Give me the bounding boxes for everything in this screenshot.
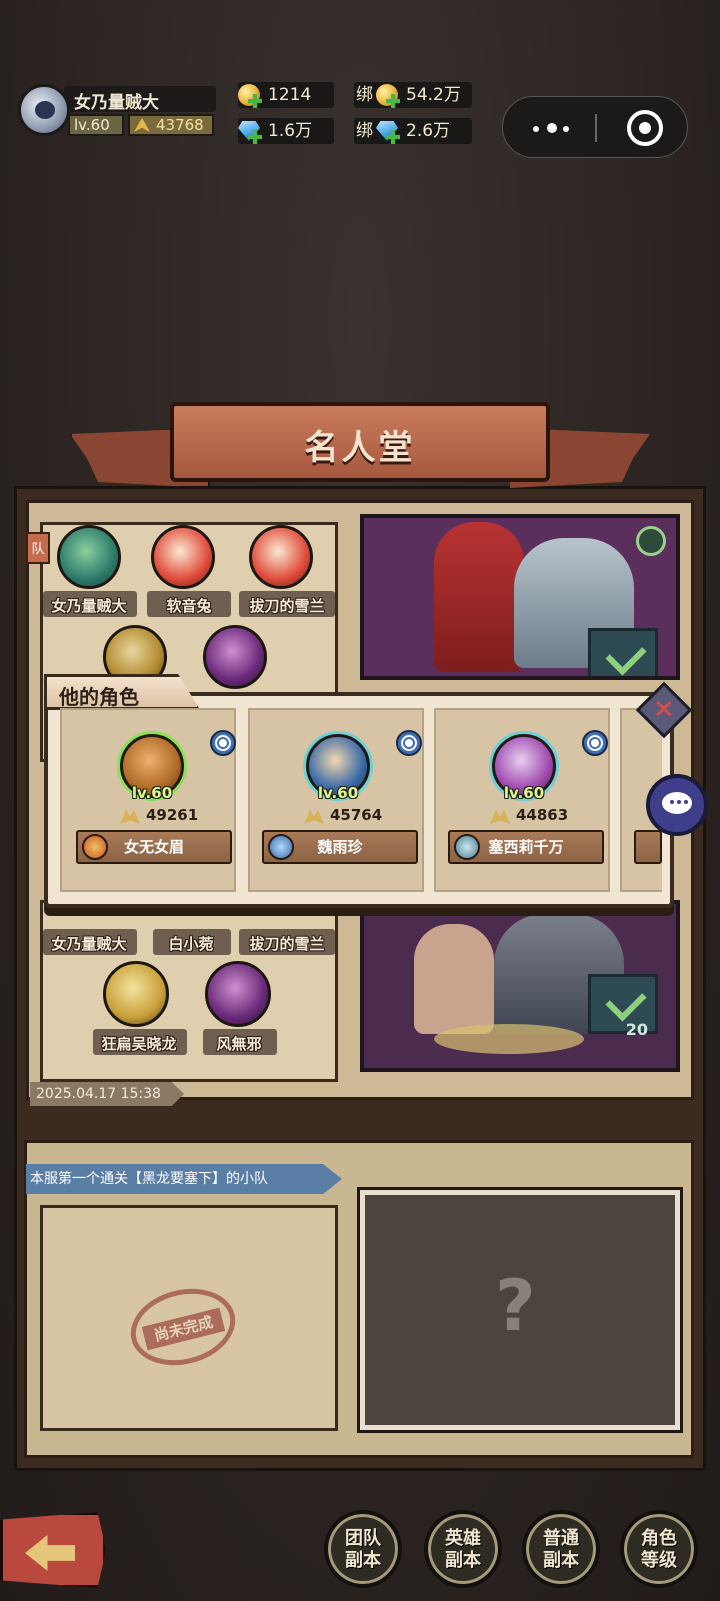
hero-name: 白小菀 <box>168 935 214 953</box>
view-eye-icon[interactable] <box>210 730 236 756</box>
player-power-value: 43768 <box>156 116 204 134</box>
character-level: lv.60 <box>131 784 173 802</box>
hero-name: 女乃量贼大 <box>51 935 127 953</box>
nav-label: 团队副本 <box>345 1528 381 1571</box>
swap-icon[interactable] <box>636 526 666 556</box>
team-card: 女乃量贼大 白小菀 拔刀的雪兰 狂扁吴晓龙 风無邪 <box>40 900 338 1082</box>
player-level: lv.60 <box>68 114 124 136</box>
statue-pedestal <box>434 1024 584 1054</box>
clear-date: 2025.04.17 15:38 <box>30 1082 184 1106</box>
nav-label: 角色等级 <box>641 1528 677 1571</box>
capsule-divider <box>595 114 597 142</box>
popup-title-tab: 他的角色 <box>44 674 200 710</box>
bound-gem-counter[interactable]: 绑 2.6万 <box>354 118 472 144</box>
hero-portrait[interactable] <box>203 625 267 689</box>
back-arrow-icon <box>25 1535 75 1571</box>
gold-counter[interactable]: 1214 <box>238 82 334 108</box>
back-button[interactable] <box>0 1512 106 1588</box>
view-eye-icon[interactable] <box>582 730 608 756</box>
hero-name: 狂扁吴晓龙 <box>101 1035 177 1053</box>
hero-portrait[interactable] <box>205 961 271 1027</box>
nav-label: 英雄副本 <box>445 1528 481 1571</box>
more-icon[interactable] <box>533 122 573 134</box>
character-power: 45764 <box>330 806 383 824</box>
gold-value: 1214 <box>268 85 312 105</box>
bound-label: 绑 <box>356 85 373 105</box>
hero-name: 风無邪 <box>216 1035 262 1053</box>
bound-label: 绑 <box>356 121 373 141</box>
nav-normal-dungeon[interactable]: 普通副本 <box>522 1510 600 1588</box>
badge-count: 20 <box>625 1020 648 1039</box>
nav-team-dungeon[interactable]: 团队副本 <box>324 1510 402 1588</box>
gem-counter[interactable]: 1.6万 <box>238 118 334 144</box>
hero-portrait[interactable] <box>249 525 313 589</box>
player-power: 43768 <box>128 114 214 136</box>
nav-character-level[interactable]: 角色等级 <box>620 1510 698 1588</box>
page-title: 名人堂 <box>304 428 416 468</box>
miniprogram-capsule <box>502 96 688 158</box>
team-statue-display[interactable]: 20 <box>360 900 680 1072</box>
team-tab[interactable]: 队 <box>26 532 50 564</box>
nav-hero-dungeon[interactable]: 英雄副本 <box>424 1510 502 1588</box>
statue-figure <box>414 924 494 1034</box>
hero-portrait[interactable] <box>57 525 121 589</box>
character-power: 44863 <box>516 806 569 824</box>
hero-portrait[interactable] <box>151 525 215 589</box>
bound-gold-counter[interactable]: 绑 54.2万 <box>354 82 472 108</box>
bound-gold-value: 54.2万 <box>406 85 461 105</box>
check-badge-icon <box>588 628 658 676</box>
team-statue-display[interactable] <box>360 514 680 680</box>
unknown-statue-slot: ? <box>357 1187 683 1433</box>
character-namebar-partial <box>634 830 662 864</box>
character-name: 塞西莉千万 <box>488 838 564 856</box>
view-eye-icon[interactable] <box>396 730 422 756</box>
first-clear-title: 本服第一个通关【黑龙要塞下】的小队 <box>26 1164 342 1194</box>
player-name: 女乃量贼大 <box>74 93 159 113</box>
question-mark-icon: ? <box>495 1265 536 1347</box>
character-name: 魏雨珍 <box>317 838 363 856</box>
chat-button[interactable] <box>646 774 708 836</box>
hero-name: 女乃量贼大 <box>51 597 127 615</box>
character-level: lv.60 <box>503 784 545 802</box>
popup-title: 他的角色 <box>59 685 139 709</box>
hero-name: 拔刀的雪兰 <box>249 597 325 615</box>
hero-name: 拔刀的雪兰 <box>249 935 325 953</box>
player-name-box: 女乃量贼大 <box>64 86 216 113</box>
class-icon <box>268 834 294 860</box>
stamp-label: 尚未完成 <box>141 1307 226 1351</box>
power-icon <box>134 118 150 132</box>
close-miniprogram-icon[interactable] <box>627 110 663 146</box>
gem-value: 1.6万 <box>268 121 313 141</box>
character-name: 女无女眉 <box>123 838 184 856</box>
nav-label: 普通副本 <box>543 1528 579 1571</box>
statue-figure <box>434 522 524 672</box>
class-icon <box>82 834 108 860</box>
hall-banner: 名人堂 <box>70 402 650 494</box>
ribbon-center: 名人堂 <box>170 402 550 482</box>
hero-name: 软音兔 <box>166 597 212 615</box>
character-level: lv.60 <box>317 784 359 802</box>
class-icon <box>454 834 480 860</box>
bound-gem-value: 2.6万 <box>406 121 451 141</box>
character-power: 49261 <box>146 806 199 824</box>
close-icon: ✕ <box>653 694 675 725</box>
player-avatar[interactable] <box>18 84 70 136</box>
hero-portrait[interactable] <box>103 961 169 1027</box>
